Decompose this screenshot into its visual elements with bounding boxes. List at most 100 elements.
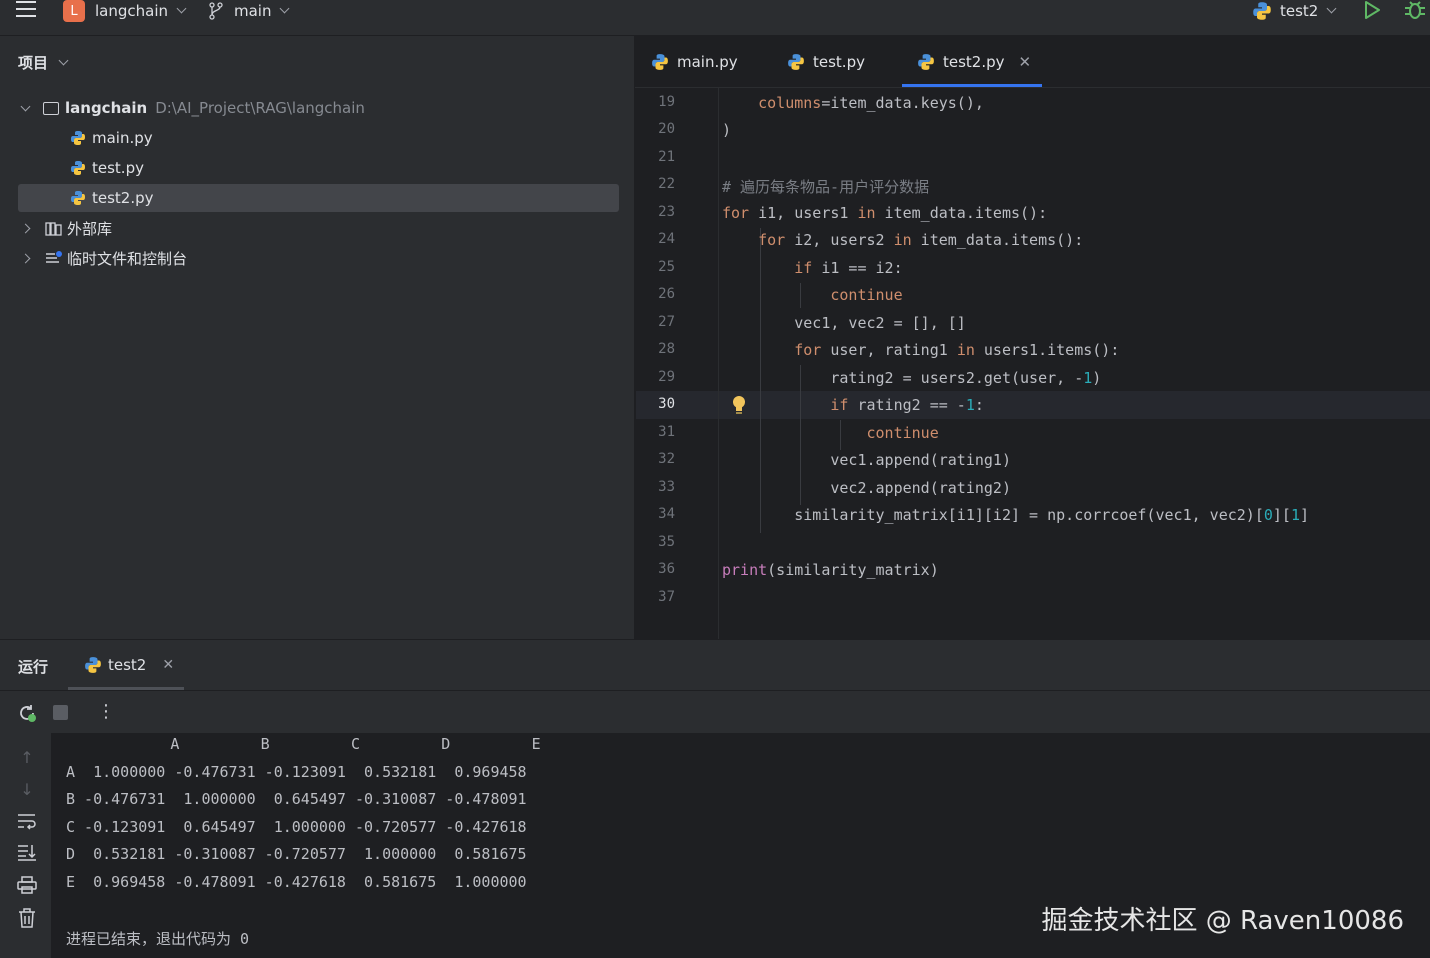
editor-tabs [635, 36, 1430, 88]
rerun-icon[interactable] [17, 703, 37, 727]
python-file-icon [71, 161, 85, 175]
file-name: main.py [92, 129, 153, 147]
branch-name: main [234, 2, 272, 20]
scroll-to-end-icon[interactable] [16, 843, 38, 865]
tree-scratches[interactable]: 临时文件和控制台 [20, 244, 188, 272]
tree-file-item-selected[interactable]: test2.py [18, 184, 619, 212]
code-line[interactable]: continue [722, 286, 902, 304]
code-line[interactable]: vec2.append(rating2) [722, 479, 1011, 497]
tab-main-py[interactable]: main.py [651, 36, 738, 87]
print-icon[interactable] [16, 876, 38, 898]
tab-test-py[interactable]: test.py [787, 36, 865, 87]
watermark: 掘金技术社区 @ Raven10086 [1041, 906, 1404, 936]
code-line[interactable]: if rating2 == -1: [722, 396, 984, 414]
title-bar: L langchain main test2 [0, 0, 1430, 36]
run-tab-indicator [68, 687, 184, 690]
code-line[interactable]: columns=item_data.keys(), [722, 94, 984, 112]
chevron-down-icon [20, 101, 31, 111]
run-icon[interactable] [1363, 1, 1381, 23]
python-icon [1253, 2, 1271, 20]
python-file-icon [71, 131, 85, 145]
python-icon [85, 657, 101, 673]
python-file-icon [788, 53, 804, 70]
line-number: 26 [658, 286, 675, 302]
editor-area[interactable] [635, 36, 1430, 639]
line-number: 31 [658, 424, 675, 440]
output-row: A 1.000000 -0.476731 -0.123091 0.532181 … [66, 763, 527, 781]
chevron-down-icon [58, 55, 69, 65]
chevron-down-icon [280, 3, 290, 14]
chevron-right-icon [20, 223, 31, 233]
close-icon[interactable]: ✕ [1019, 53, 1032, 71]
line-number: 27 [658, 314, 675, 330]
line-number: 21 [658, 149, 675, 165]
external-libraries-label: 外部库 [67, 219, 113, 238]
scratches-label: 临时文件和控制台 [67, 249, 188, 268]
tab-label: test.py [813, 52, 865, 71]
project-selector[interactable]: L langchain [63, 0, 187, 22]
run-toolbar [0, 691, 1430, 733]
run-tab-test2[interactable]: test2 ✕ [84, 656, 174, 674]
code-line[interactable]: for user, rating1 in users1.items(): [722, 341, 1119, 359]
tab-label: test2.py [943, 52, 1005, 71]
line-number: 23 [658, 204, 675, 220]
more-options-icon[interactable]: ⋮ [97, 701, 115, 723]
panel-title: 项目 [18, 54, 49, 72]
line-number: 32 [658, 451, 675, 467]
tree-external-libraries[interactable]: 外部库 [20, 214, 113, 242]
code-line[interactable]: similarity_matrix[i1][i2] = np.corrcoef(… [722, 506, 1309, 524]
line-number-current: 30 [658, 396, 675, 412]
stop-icon[interactable] [53, 705, 68, 720]
main-menu-icon[interactable] [16, 0, 36, 20]
debug-icon[interactable] [1404, 0, 1426, 24]
line-number: 33 [658, 479, 675, 495]
run-tab-label: test2 [108, 656, 147, 674]
soft-wrap-icon[interactable] [16, 812, 38, 834]
tree-root-folder[interactable]: langchain D:\AI_Project\RAG\langchain [20, 94, 365, 122]
chevron-down-icon [176, 3, 187, 14]
arrow-down-icon[interactable]: ↓ [16, 779, 38, 801]
tree-file-item[interactable]: test.py [70, 154, 144, 182]
python-file-icon [918, 53, 934, 70]
line-number: 24 [658, 231, 675, 247]
line-number: 19 [658, 94, 675, 110]
code-line[interactable]: rating2 = users2.get(user, -1) [722, 369, 1101, 387]
code-line[interactable]: for i1, users1 in item_data.items(): [722, 204, 1047, 222]
file-name: test2.py [92, 189, 154, 207]
tree-file-item[interactable]: main.py [70, 124, 153, 152]
line-number: 34 [658, 506, 675, 522]
root-folder-path: D:\AI_Project\RAG\langchain [155, 99, 365, 117]
code-line[interactable]: vec1, vec2 = [], [] [722, 314, 966, 332]
code-line[interactable]: print(similarity_matrix) [722, 561, 939, 579]
project-name: langchain [95, 2, 169, 20]
library-icon [45, 221, 62, 236]
branch-selector[interactable]: main [208, 0, 290, 22]
git-branch-icon [209, 2, 223, 20]
code-line[interactable]: vec1.append(rating1) [722, 451, 1011, 469]
project-panel-header[interactable]: 项目 [18, 52, 69, 73]
root-folder-name: langchain [65, 99, 148, 117]
code-line[interactable]: ) [722, 121, 731, 139]
process-exit-message: 进程已结束，退出代码为 0 [66, 930, 250, 948]
output-row: D 0.532181 -0.310087 -0.720577 1.000000 … [66, 845, 527, 863]
output-row: C -0.123091 0.645497 1.000000 -0.720577 … [66, 818, 527, 836]
run-panel-header [0, 640, 1430, 691]
tab-test2-py[interactable]: test2.py ✕ [917, 36, 1031, 87]
arrow-up-icon[interactable]: ↑ [16, 747, 38, 769]
line-number: 36 [658, 561, 675, 577]
run-config-selector[interactable]: test2 [1252, 0, 1337, 22]
trash-icon[interactable] [16, 908, 38, 930]
folder-icon [43, 101, 59, 115]
code-line[interactable]: continue [722, 424, 939, 442]
code-line[interactable]: for i2, users2 in item_data.items(): [722, 231, 1083, 249]
close-icon[interactable]: ✕ [162, 657, 174, 673]
python-file-icon [652, 53, 668, 70]
chevron-right-icon [20, 253, 31, 263]
output-header-row: A B C D E [62, 735, 541, 753]
run-panel-title: 运行 [18, 658, 49, 676]
code-line[interactable]: if i1 == i2: [722, 259, 902, 277]
line-number: 28 [658, 341, 675, 357]
code-line[interactable]: # 遍历每条物品-用户评分数据 [722, 176, 929, 197]
active-tab-indicator [902, 84, 1042, 87]
line-number: 35 [658, 534, 675, 550]
